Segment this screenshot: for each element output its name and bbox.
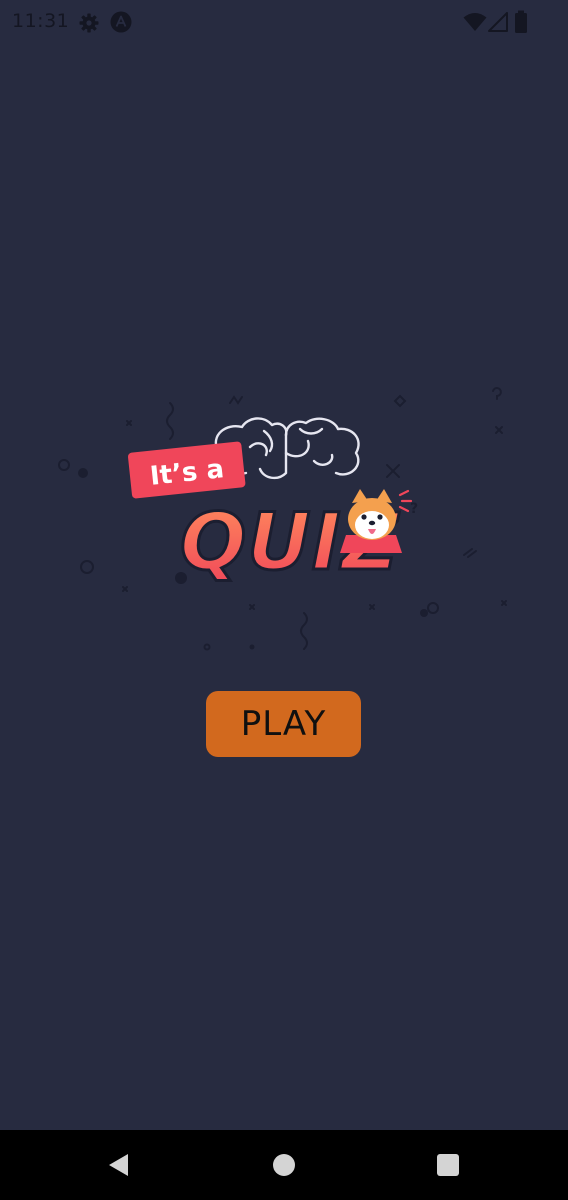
its-a-banner: It’s a [127, 441, 246, 499]
play-button[interactable]: PLAY [206, 691, 361, 757]
settings-icon [79, 13, 99, 33]
status-time: 11:31 [12, 10, 70, 32]
app-screen: 11:31 It’s a QUIZ ? PLAY [0, 0, 568, 1200]
quiz-logo: It’s a QUIZ ? [58, 387, 507, 651]
svg-text:?: ? [410, 501, 418, 517]
status-bar: 11:31 [0, 0, 568, 46]
battery-icon [515, 10, 527, 33]
app-notification-icon [110, 11, 132, 33]
cell-signal-icon [488, 12, 508, 32]
navigation-bar [0, 1130, 568, 1200]
wifi-icon [463, 13, 487, 31]
back-icon[interactable] [106, 1152, 132, 1178]
home-icon[interactable] [271, 1152, 297, 1178]
recents-icon[interactable] [435, 1152, 461, 1178]
